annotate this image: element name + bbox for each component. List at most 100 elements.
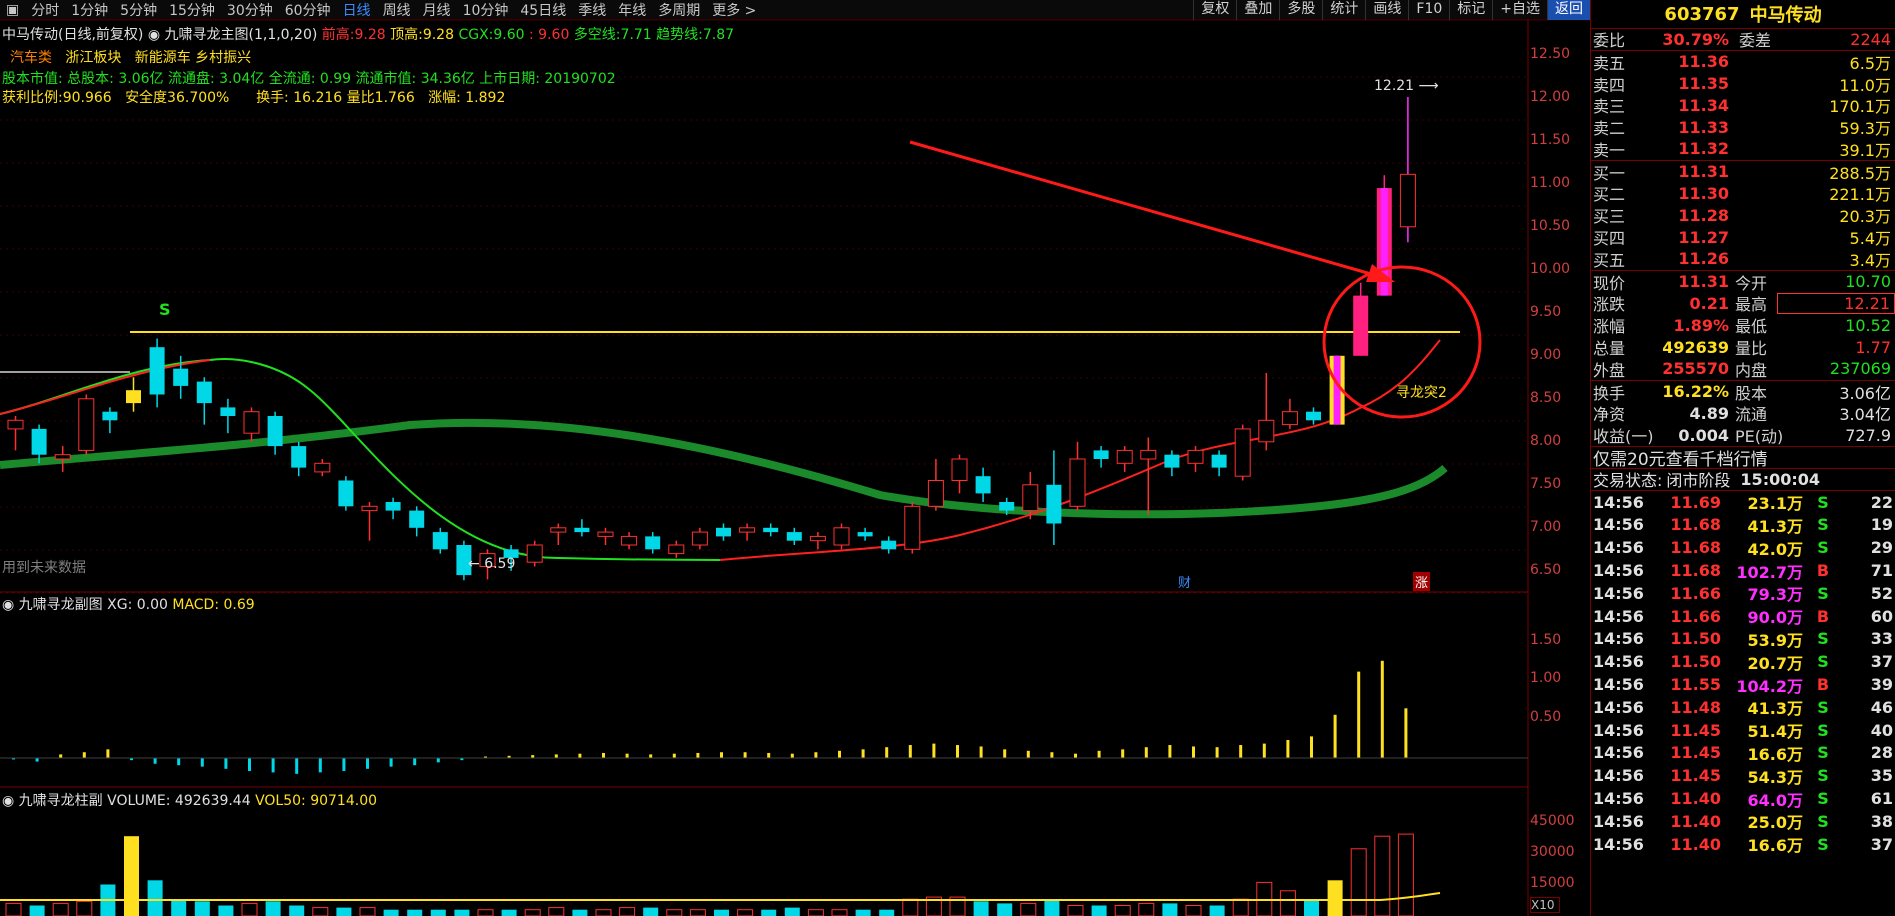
- candle-body[interactable]: [1281, 411, 1298, 426]
- tab-multi-period[interactable]: 多周期: [652, 0, 706, 20]
- candle-body[interactable]: [267, 416, 283, 447]
- candle-body[interactable]: [668, 544, 685, 555]
- tab-daily[interactable]: 日线: [337, 0, 377, 20]
- indicator-name[interactable]: 九啸寻龙主图(1,1,0,20): [165, 27, 318, 43]
- bid-row[interactable]: 买一 11.31 288.5万: [1591, 161, 1895, 183]
- finance-marker[interactable]: 财: [1178, 572, 1191, 591]
- tab-30min[interactable]: 30分钟: [221, 0, 279, 20]
- candle-body[interactable]: [716, 527, 731, 537]
- candle-body[interactable]: [1093, 450, 1109, 459]
- candle-body[interactable]: [526, 544, 543, 563]
- ask-row[interactable]: 卖一 11.32 39.1万: [1591, 138, 1895, 160]
- sector-tag[interactable]: 乡村振兴: [195, 50, 251, 66]
- candle-body[interactable]: [1258, 419, 1275, 443]
- tab-fenshi[interactable]: 分时: [25, 0, 65, 20]
- tab-60min[interactable]: 60分钟: [279, 0, 337, 20]
- candle-body[interactable]: [78, 398, 95, 451]
- tab-1min[interactable]: 1分钟: [65, 0, 114, 20]
- candle-body[interactable]: [550, 527, 567, 533]
- candle-body[interactable]: [7, 419, 24, 430]
- back-button[interactable]: 返回: [1547, 0, 1590, 20]
- sector-tag[interactable]: 汽车类: [10, 50, 52, 66]
- candle-body[interactable]: [432, 532, 448, 550]
- candle-body[interactable]: [621, 535, 638, 546]
- bid-row[interactable]: 买二 11.30 221.1万: [1591, 183, 1895, 205]
- tab-10min[interactable]: 10分钟: [457, 0, 515, 20]
- candle-body[interactable]: [691, 531, 708, 546]
- candle-body[interactable]: [1022, 484, 1039, 512]
- candle-body[interactable]: [927, 480, 944, 507]
- candle-body[interactable]: [857, 532, 873, 537]
- sector-tag[interactable]: 浙江板块: [65, 50, 121, 66]
- candle-body[interactable]: [809, 535, 826, 542]
- candle-body[interactable]: [291, 446, 307, 468]
- candle-body[interactable]: [196, 381, 212, 404]
- stats-button[interactable]: 统计: [1322, 0, 1365, 20]
- candle-body[interactable]: [1046, 484, 1062, 524]
- candle-body[interactable]: [597, 531, 614, 537]
- candle-body[interactable]: [1187, 449, 1204, 464]
- bid-row[interactable]: 买四 11.27 5.4万: [1591, 226, 1895, 249]
- candle-body[interactable]: [881, 540, 897, 550]
- candle-body[interactable]: [833, 527, 850, 546]
- candle-body[interactable]: [1234, 428, 1251, 477]
- bid-row[interactable]: 买五 11.26 3.4万: [1591, 248, 1895, 270]
- candle-body[interactable]: [645, 536, 661, 550]
- candle-body[interactable]: [951, 458, 968, 481]
- candle-body[interactable]: [173, 368, 189, 386]
- candle-body[interactable]: [361, 505, 378, 512]
- tab-weekly[interactable]: 周线: [377, 0, 417, 20]
- fuquan-button[interactable]: 复权: [1193, 0, 1236, 20]
- kline-chart-area[interactable]: 中马传动(日线,前复权) ◉ 九啸寻龙主图(1,1,0,20) 前高:9.28 …: [0, 20, 1590, 916]
- candle-body[interactable]: [385, 502, 401, 511]
- multi-stock-button[interactable]: 多股: [1279, 0, 1322, 20]
- candle-body[interactable]: [338, 480, 354, 507]
- mark-button[interactable]: 标记: [1449, 0, 1492, 20]
- candle-body[interactable]: [739, 527, 756, 533]
- tab-yearly[interactable]: 年线: [612, 0, 652, 20]
- draw-line-button[interactable]: 画线: [1365, 0, 1408, 20]
- ask-row[interactable]: 卖二 11.33 59.3万: [1591, 116, 1895, 139]
- candle-body[interactable]: [574, 527, 590, 533]
- candle-body[interactable]: [763, 527, 779, 533]
- candle-body[interactable]: [1306, 411, 1321, 421]
- candle-body[interactable]: [1399, 173, 1416, 228]
- candle-body[interactable]: [786, 532, 802, 541]
- candle-body[interactable]: [149, 347, 165, 395]
- candle-body[interactable]: [409, 510, 425, 528]
- tab-quarterly[interactable]: 季线: [572, 0, 612, 20]
- candle-body[interactable]: [1353, 295, 1369, 356]
- tab-more[interactable]: 更多 >: [706, 0, 762, 20]
- candle-body[interactable]: [220, 407, 236, 416]
- volume-indicator-name[interactable]: 九啸寻龙柱副: [19, 793, 103, 809]
- candle-body[interactable]: [1140, 449, 1157, 460]
- candle-body[interactable]: [31, 428, 47, 455]
- macd-indicator-name[interactable]: 九啸寻龙副图: [19, 597, 103, 613]
- add-watchlist-button[interactable]: +自选: [1492, 0, 1547, 20]
- candle-body[interactable]: [904, 505, 921, 550]
- ask-row[interactable]: 卖五 11.36 6.5万: [1591, 51, 1895, 73]
- candle-body[interactable]: [975, 476, 991, 494]
- tick-list[interactable]: 14:56 11.69 23.1万 S 22 14:56 11.68 41.3万 S 19 14:5…: [1591, 489, 1895, 856]
- tab-5min[interactable]: 5分钟: [114, 0, 163, 20]
- limit-up-marker[interactable]: 涨: [1413, 572, 1431, 591]
- candle-body[interactable]: [314, 462, 331, 473]
- candle-body[interactable]: [102, 411, 118, 421]
- candle-body[interactable]: [1116, 449, 1133, 464]
- ask-row[interactable]: 卖三 11.34 170.1万: [1591, 94, 1895, 117]
- candle-body[interactable]: [126, 390, 141, 404]
- menu-icon[interactable]: ▣: [0, 2, 25, 18]
- candle-body[interactable]: [1069, 458, 1086, 507]
- tab-15min[interactable]: 15分钟: [163, 0, 221, 20]
- f10-button[interactable]: F10: [1408, 0, 1449, 20]
- tab-45day[interactable]: 45日线: [514, 0, 572, 20]
- tab-monthly[interactable]: 月线: [417, 0, 457, 20]
- candle-body[interactable]: [243, 411, 260, 434]
- ask-row[interactable]: 卖四 11.35 11.0万: [1591, 73, 1895, 95]
- candle-body[interactable]: [999, 502, 1015, 511]
- candle-body[interactable]: [1164, 454, 1180, 468]
- kline-svg[interactable]: [0, 20, 1590, 916]
- candle-body[interactable]: [54, 454, 71, 460]
- sector-tag[interactable]: 新能源车: [135, 50, 191, 66]
- promo-link[interactable]: 仅需20元查看千档行情: [1591, 446, 1895, 470]
